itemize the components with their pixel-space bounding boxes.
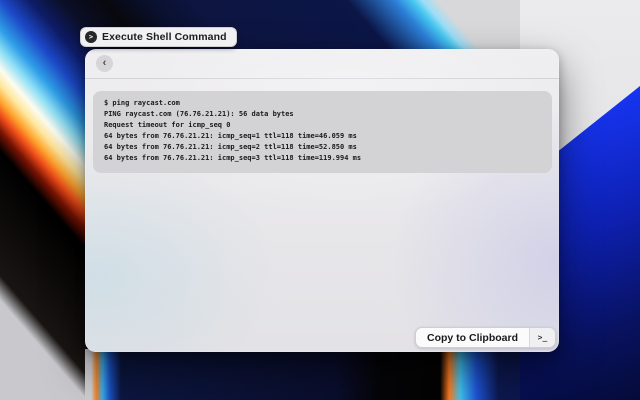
copy-to-clipboard-button[interactable]: Copy to Clipboard: [416, 328, 529, 347]
back-button[interactable]: ‹: [96, 55, 113, 72]
terminal-line: Request timeout for icmp_seq 0: [104, 120, 541, 131]
terminal-line: PING raycast.com (76.76.21.21): 56 data …: [104, 109, 541, 120]
command-hud-label: Execute Shell Command: [102, 31, 227, 43]
terminal-line: $ ping raycast.com: [104, 98, 541, 109]
raycast-window: ‹ $ ping raycast.comPING raycast.com (76…: [85, 49, 559, 352]
terminal-line: 64 bytes from 76.76.21.21: icmp_seq=1 tt…: [104, 131, 541, 142]
command-hud-badge: > Execute Shell Command: [80, 27, 237, 47]
action-bar: Copy to Clipboard >_: [415, 327, 556, 348]
terminal-line: 64 bytes from 76.76.21.21: icmp_seq=3 tt…: [104, 153, 541, 164]
terminal-key-icon[interactable]: >_: [529, 328, 555, 347]
shell-command-icon: >: [85, 31, 97, 43]
window-header: ‹: [85, 49, 559, 79]
terminal-line: 64 bytes from 76.76.21.21: icmp_seq=2 tt…: [104, 142, 541, 153]
terminal-output[interactable]: $ ping raycast.comPING raycast.com (76.7…: [93, 91, 552, 173]
copy-button-group: Copy to Clipboard >_: [415, 327, 556, 348]
